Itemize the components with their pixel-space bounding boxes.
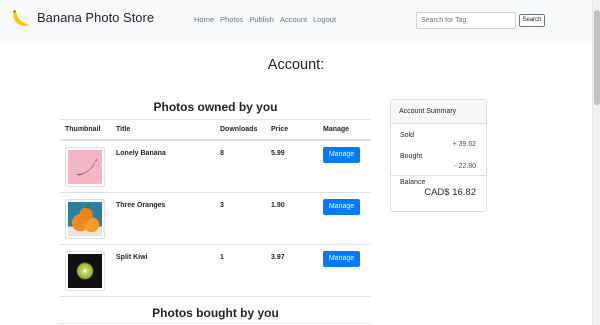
bought-table-divider bbox=[60, 323, 371, 324]
bought-label: Bought bbox=[400, 153, 423, 160]
banana-photo-thumbnail[interactable] bbox=[65, 147, 105, 187]
owned-photos-table: Thumbnail Title Downloads Price Manage L… bbox=[60, 119, 371, 297]
column-header-manage: Manage bbox=[323, 126, 350, 133]
manage-button[interactable]: Manage bbox=[323, 147, 360, 163]
photo-downloads: 8 bbox=[220, 150, 224, 157]
summary-divider bbox=[391, 175, 486, 176]
bought-photos-heading: Photos bought by you bbox=[152, 306, 279, 320]
nav-link-logout[interactable]: Logout bbox=[313, 15, 336, 24]
account-summary-card: Account Summary Sold + 39.62 Bought - 22… bbox=[390, 99, 487, 212]
bought-value: - 22.80 bbox=[454, 163, 476, 170]
column-header-price: Price bbox=[271, 126, 289, 133]
banana-logo-icon[interactable] bbox=[10, 8, 32, 30]
scrollbar-thumb[interactable] bbox=[594, 10, 600, 105]
manage-cell: Manage bbox=[323, 147, 360, 163]
photo-price: 3.97 bbox=[271, 254, 285, 261]
sold-label: Sold bbox=[400, 132, 415, 139]
manage-button[interactable]: Manage bbox=[323, 251, 360, 267]
account-summary-title: Account Summary bbox=[391, 100, 486, 124]
manage-button[interactable]: Manage bbox=[323, 199, 360, 215]
nav-link-home[interactable]: Home bbox=[194, 15, 214, 24]
oranges-photo-thumbnail[interactable] bbox=[65, 199, 105, 239]
photo-price: 5.99 bbox=[271, 150, 285, 157]
photo-downloads: 1 bbox=[220, 254, 224, 261]
table-row: Split Kiwi 1 3.97 Manage bbox=[60, 245, 371, 297]
nav-links: Home Photos Publish Account Logout bbox=[194, 15, 336, 24]
oranges-photo-image bbox=[68, 202, 102, 236]
search-input[interactable] bbox=[416, 12, 516, 29]
scrollbar[interactable] bbox=[592, 0, 600, 325]
table-row: Three Oranges 3 1.90 Manage bbox=[60, 193, 371, 245]
column-header-downloads: Downloads bbox=[220, 126, 258, 133]
manage-cell: Manage bbox=[323, 199, 360, 215]
table-header: Thumbnail Title Downloads Price Manage bbox=[60, 119, 371, 141]
photo-title: Split Kiwi bbox=[116, 254, 148, 261]
thumbnail-cell bbox=[65, 147, 105, 187]
column-header-thumbnail: Thumbnail bbox=[65, 126, 101, 133]
table-row: Lonely Banana 8 5.99 Manage bbox=[60, 141, 371, 193]
nav-link-publish[interactable]: Publish bbox=[249, 15, 274, 24]
thumbnail-cell bbox=[65, 199, 105, 239]
photo-title: Three Oranges bbox=[116, 202, 166, 209]
photo-downloads: 3 bbox=[220, 202, 224, 209]
sold-value: + 39.62 bbox=[452, 141, 476, 148]
search-button[interactable]: Search bbox=[519, 14, 545, 27]
kiwi-photo-thumbnail[interactable] bbox=[65, 251, 105, 291]
kiwi-photo-image bbox=[68, 254, 102, 288]
manage-cell: Manage bbox=[323, 251, 360, 267]
balance-value: CAD$ 16.82 bbox=[424, 187, 476, 198]
thumbnail-cell bbox=[65, 251, 105, 291]
balance-label: Balance bbox=[400, 179, 426, 186]
nav-link-account[interactable]: Account bbox=[280, 15, 307, 24]
page-title: Account: bbox=[267, 57, 325, 73]
photo-title: Lonely Banana bbox=[116, 150, 166, 157]
navbar: Banana Photo Store Home Photos Publish A… bbox=[0, 0, 592, 41]
column-header-title: Title bbox=[116, 126, 131, 133]
brand-name[interactable]: Banana Photo Store bbox=[37, 10, 154, 25]
photo-price: 1.90 bbox=[271, 202, 285, 209]
owned-photos-heading: Photos owned by you bbox=[153, 100, 278, 114]
nav-link-photos[interactable]: Photos bbox=[220, 15, 243, 24]
banana-photo-image bbox=[68, 150, 102, 184]
